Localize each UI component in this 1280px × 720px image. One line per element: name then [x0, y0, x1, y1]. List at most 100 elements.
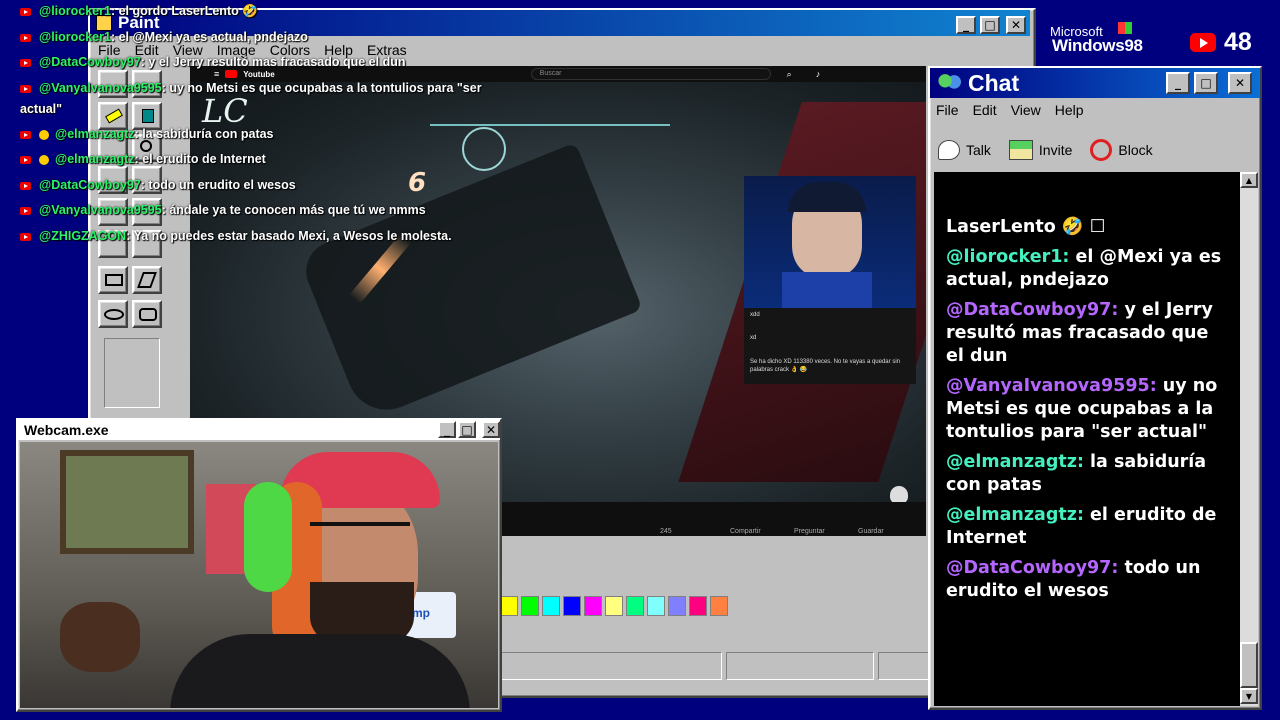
teddy-bear — [60, 602, 140, 672]
talk-button[interactable]: Talk — [938, 140, 991, 160]
chat-menu-edit[interactable]: Edit — [973, 102, 997, 118]
palette-color[interactable] — [668, 596, 686, 616]
palette-color[interactable] — [500, 596, 518, 616]
chat-menubar: File Edit View Help — [936, 102, 1084, 118]
scroll-down-icon[interactable]: ▼ — [1240, 688, 1258, 704]
talk-icon — [938, 140, 960, 160]
chat-menu-file[interactable]: File — [936, 102, 959, 118]
block-button[interactable]: Block — [1090, 139, 1153, 161]
hoodie — [170, 634, 470, 708]
webcam-titlebar: Webcam.exe — [18, 420, 500, 440]
overlay-message: @DataCowboy97: todo un erudito el wesos — [20, 178, 296, 192]
youtube-logo-icon — [225, 70, 238, 78]
ask-button[interactable]: Preguntar — [794, 528, 825, 535]
close-button[interactable]: ✕ — [1228, 72, 1252, 94]
chat-message: @VanyaIvanova9595: uy no Metsi es que oc… — [946, 376, 1218, 442]
ellipse-icon[interactable] — [98, 300, 128, 328]
overlay-message: @liorocker1: el @Mexi ya es actual, pnde… — [20, 30, 308, 44]
like-count[interactable]: 245 — [660, 528, 672, 535]
webcam-feed: Kimp — [20, 442, 498, 708]
close-button[interactable]: ✕ — [482, 421, 500, 438]
rounded-rect-icon[interactable] — [132, 300, 162, 328]
chat-scrollbar[interactable]: ▲ ▼ — [1240, 172, 1258, 706]
viewer-count-value: 48 — [1224, 28, 1252, 56]
overlay-message: @elmanzagtz: el erudito de Internet — [20, 152, 266, 166]
youtube-icon — [20, 58, 31, 67]
overlay-message: @elmanzagtz: la sabiduría con patas — [20, 127, 274, 141]
youtube-icon — [20, 155, 31, 164]
stream-chat-inset: xdd xd Se ha dicho XD 113380 veces. No t… — [744, 308, 916, 384]
rectangle-icon[interactable] — [98, 266, 128, 294]
member-badge-icon — [39, 154, 49, 165]
fill-icon[interactable] — [132, 102, 162, 130]
chat-people-icon — [936, 72, 962, 94]
glasses — [310, 522, 410, 550]
paint-canvas-area — [500, 536, 928, 586]
youtube-icon — [20, 7, 31, 16]
palette-color[interactable] — [584, 596, 602, 616]
maximize-button[interactable]: □ — [1194, 72, 1218, 94]
palette-color[interactable] — [647, 596, 665, 616]
palette-color[interactable] — [542, 596, 560, 616]
webcam-title: Webcam.exe — [24, 422, 109, 438]
share-button[interactable]: Compartir — [730, 528, 761, 535]
chat-message: LaserLento 🤣 ☐ — [946, 217, 1106, 237]
youtube-icon — [20, 84, 31, 93]
scroll-thumb[interactable] — [1240, 642, 1258, 688]
chat-menu-help[interactable]: Help — [1055, 102, 1084, 118]
youtube-site-label: Youtube — [243, 69, 275, 79]
palette-color[interactable] — [521, 596, 539, 616]
windows98-logo: Microsoft Windows98 — [1048, 22, 1178, 58]
youtube-icon — [20, 33, 31, 42]
pencil-icon[interactable] — [98, 102, 128, 130]
mic-icon[interactable]: ♪ — [816, 69, 821, 79]
wall-painting — [60, 450, 194, 554]
chat-title: Chat — [968, 69, 1020, 96]
palette-color[interactable] — [626, 596, 644, 616]
close-button[interactable]: ✕ — [1006, 16, 1026, 34]
hud-number: 6 — [408, 168, 427, 198]
hud-reticle-icon — [462, 127, 506, 171]
chat-toolbar: Talk Invite Block — [938, 132, 1254, 168]
maximize-button[interactable]: □ — [458, 421, 476, 438]
youtube-icon — [20, 181, 31, 190]
chat-message: @elmanzagtz: la sabiduría con patas — [946, 452, 1207, 495]
chat-menu-view[interactable]: View — [1011, 102, 1041, 118]
overlay-message: @Vanyalvanova9595: ándale ya te conocen … — [20, 203, 426, 217]
scroll-up-icon[interactable]: ▲ — [1240, 172, 1258, 188]
overlay-message: actual" — [20, 102, 63, 116]
overlay-message: @DataCowboy97: y el Jerry resultó mas fr… — [20, 55, 405, 69]
chat-window: Chat _ □ ✕ File Edit View Help Talk Invi… — [928, 66, 1262, 710]
invite-icon — [1008, 140, 1033, 160]
overlay-message: @Vanyalvanova9595: uy no Metsi es que oc… — [20, 81, 482, 95]
webcam-window: Webcam.exe _ □ ✕ Kimp — [16, 418, 502, 712]
invite-button[interactable]: Invite — [1008, 140, 1072, 160]
paint-toolbox — [96, 68, 166, 418]
youtube-search[interactable]: Buscar — [530, 68, 771, 80]
robot-silhouette — [297, 142, 643, 422]
hud-tag: LC — [202, 92, 248, 130]
maximize-button[interactable]: □ — [980, 16, 1000, 34]
minimize-button[interactable]: _ — [1166, 72, 1190, 94]
windows98-label: Windows98 — [1052, 36, 1143, 55]
palette-color[interactable] — [710, 596, 728, 616]
search-icon[interactable]: ⌕ — [787, 69, 792, 80]
overlay-message: @ZHIGZAGON: Ya no puedes estar basado Me… — [20, 229, 452, 243]
facecam-inset — [744, 176, 916, 308]
palette-color[interactable] — [689, 596, 707, 616]
menu-icon[interactable]: ≡ — [214, 69, 219, 79]
chat-messages: LaserLento 🤣 ☐ @liorocker1: el @Mexi ya … — [934, 172, 1240, 706]
chat-message: @DataCowboy97: y el Jerry resultó mas fr… — [946, 300, 1213, 366]
overlay-message: @liorocker1: el gordo LaserLento 🤣 — [20, 4, 258, 19]
minimize-button[interactable]: _ — [956, 16, 976, 34]
polygon-icon[interactable] — [132, 266, 162, 294]
green-headset-icon — [244, 482, 292, 592]
palette-color[interactable] — [563, 596, 581, 616]
youtube-icon — [1190, 33, 1216, 52]
youtube-icon — [20, 232, 31, 241]
save-button[interactable]: Guardar — [858, 528, 884, 535]
palette-color[interactable] — [605, 596, 623, 616]
minimize-button[interactable]: _ — [438, 421, 456, 438]
hud-bar — [430, 124, 670, 126]
windows-flag-icon — [1118, 22, 1132, 34]
